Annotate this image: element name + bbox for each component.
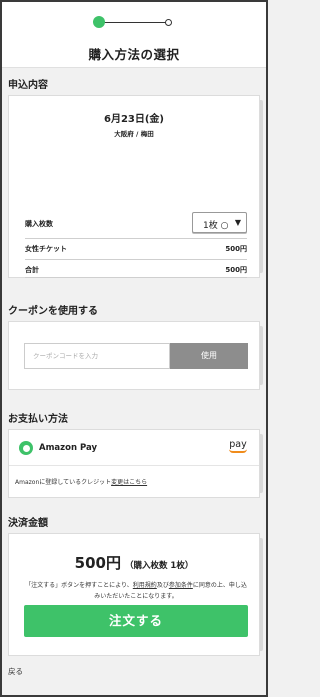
order-section-title: 申込内容	[8, 80, 48, 91]
page-frame: 購入方法の選択 申込内容 6月23日(金) 大阪府 / 梅田 購入枚数 1枚 ○…	[0, 0, 268, 697]
settlement-card: 500円 （購入枚数 1枚） 「注文する」ボタンを押すことにより、利用規約及び参加…	[8, 533, 263, 656]
payment-radio[interactable]	[19, 441, 33, 455]
step-1-indicator	[93, 16, 105, 28]
stepper-line	[104, 21, 168, 23]
quantity-value: 1枚 ○	[203, 221, 229, 231]
event-venue: 大阪府 / 梅田	[114, 130, 154, 138]
apply-coupon-button[interactable]: 使用	[170, 343, 248, 369]
payment-card: Amazon Pay pay Amazonに登録しているクレジット変更はこちら	[8, 429, 263, 498]
payment-note: Amazonに登録しているクレジット変更はこちら	[15, 479, 148, 486]
amount-value: 500円	[74, 554, 121, 572]
payment-method-name: Amazon Pay	[39, 443, 97, 453]
settlement-section-title: 決済金額	[8, 518, 48, 529]
total-row: 合計 500円	[25, 260, 247, 278]
place-order-button[interactable]: 注文する	[24, 605, 248, 637]
ticket-row: 女性チケット 500円	[25, 239, 247, 260]
change-payment-link[interactable]: 変更はこちら	[111, 479, 147, 486]
total-price: 500円	[225, 266, 247, 274]
ticket-price: 500円	[225, 245, 247, 253]
amazon-pay-logo: pay	[229, 439, 247, 453]
order-card: 6月23日(金) 大阪府 / 梅田 購入枚数 1枚 ○ ▼ 女性チケット 500…	[8, 95, 263, 278]
quantity-label: 購入枚数	[25, 220, 53, 228]
quantity-select[interactable]: 1枚 ○ ▼	[192, 212, 247, 233]
back-link[interactable]: 戻る	[8, 666, 23, 677]
settlement-amount: 500円 （購入枚数 1枚）	[9, 552, 259, 573]
payment-section-title: お支払い方法	[8, 414, 68, 425]
terms-text: 「注文する」ボタンを押すことにより、利用規約及び参加条件に同意の上、申し込みいた…	[25, 582, 247, 600]
event-date: 6月23日(金)	[103, 114, 164, 125]
coupon-card: クーポンコードを入力 使用	[8, 321, 263, 390]
coupon-section-title: クーポンを使用する	[8, 306, 98, 317]
quantity-row: 購入枚数 1枚 ○ ▼	[25, 209, 247, 239]
payment-divider	[9, 465, 259, 466]
amount-detail: （購入枚数 1枚）	[124, 561, 194, 571]
total-label: 合計	[25, 266, 39, 274]
header: 購入方法の選択	[2, 2, 266, 68]
chevron-down-icon: ▼	[234, 218, 241, 227]
participation-conditions-link[interactable]: 参加条件	[169, 582, 193, 589]
step-2-indicator	[165, 18, 172, 26]
terms-of-use-link[interactable]: 利用規約	[133, 582, 157, 589]
ticket-label: 女性チケット	[25, 245, 67, 253]
coupon-code-input[interactable]: クーポンコードを入力	[24, 343, 170, 369]
progress-stepper	[93, 16, 173, 28]
page-title: 購入方法の選択	[88, 47, 180, 62]
